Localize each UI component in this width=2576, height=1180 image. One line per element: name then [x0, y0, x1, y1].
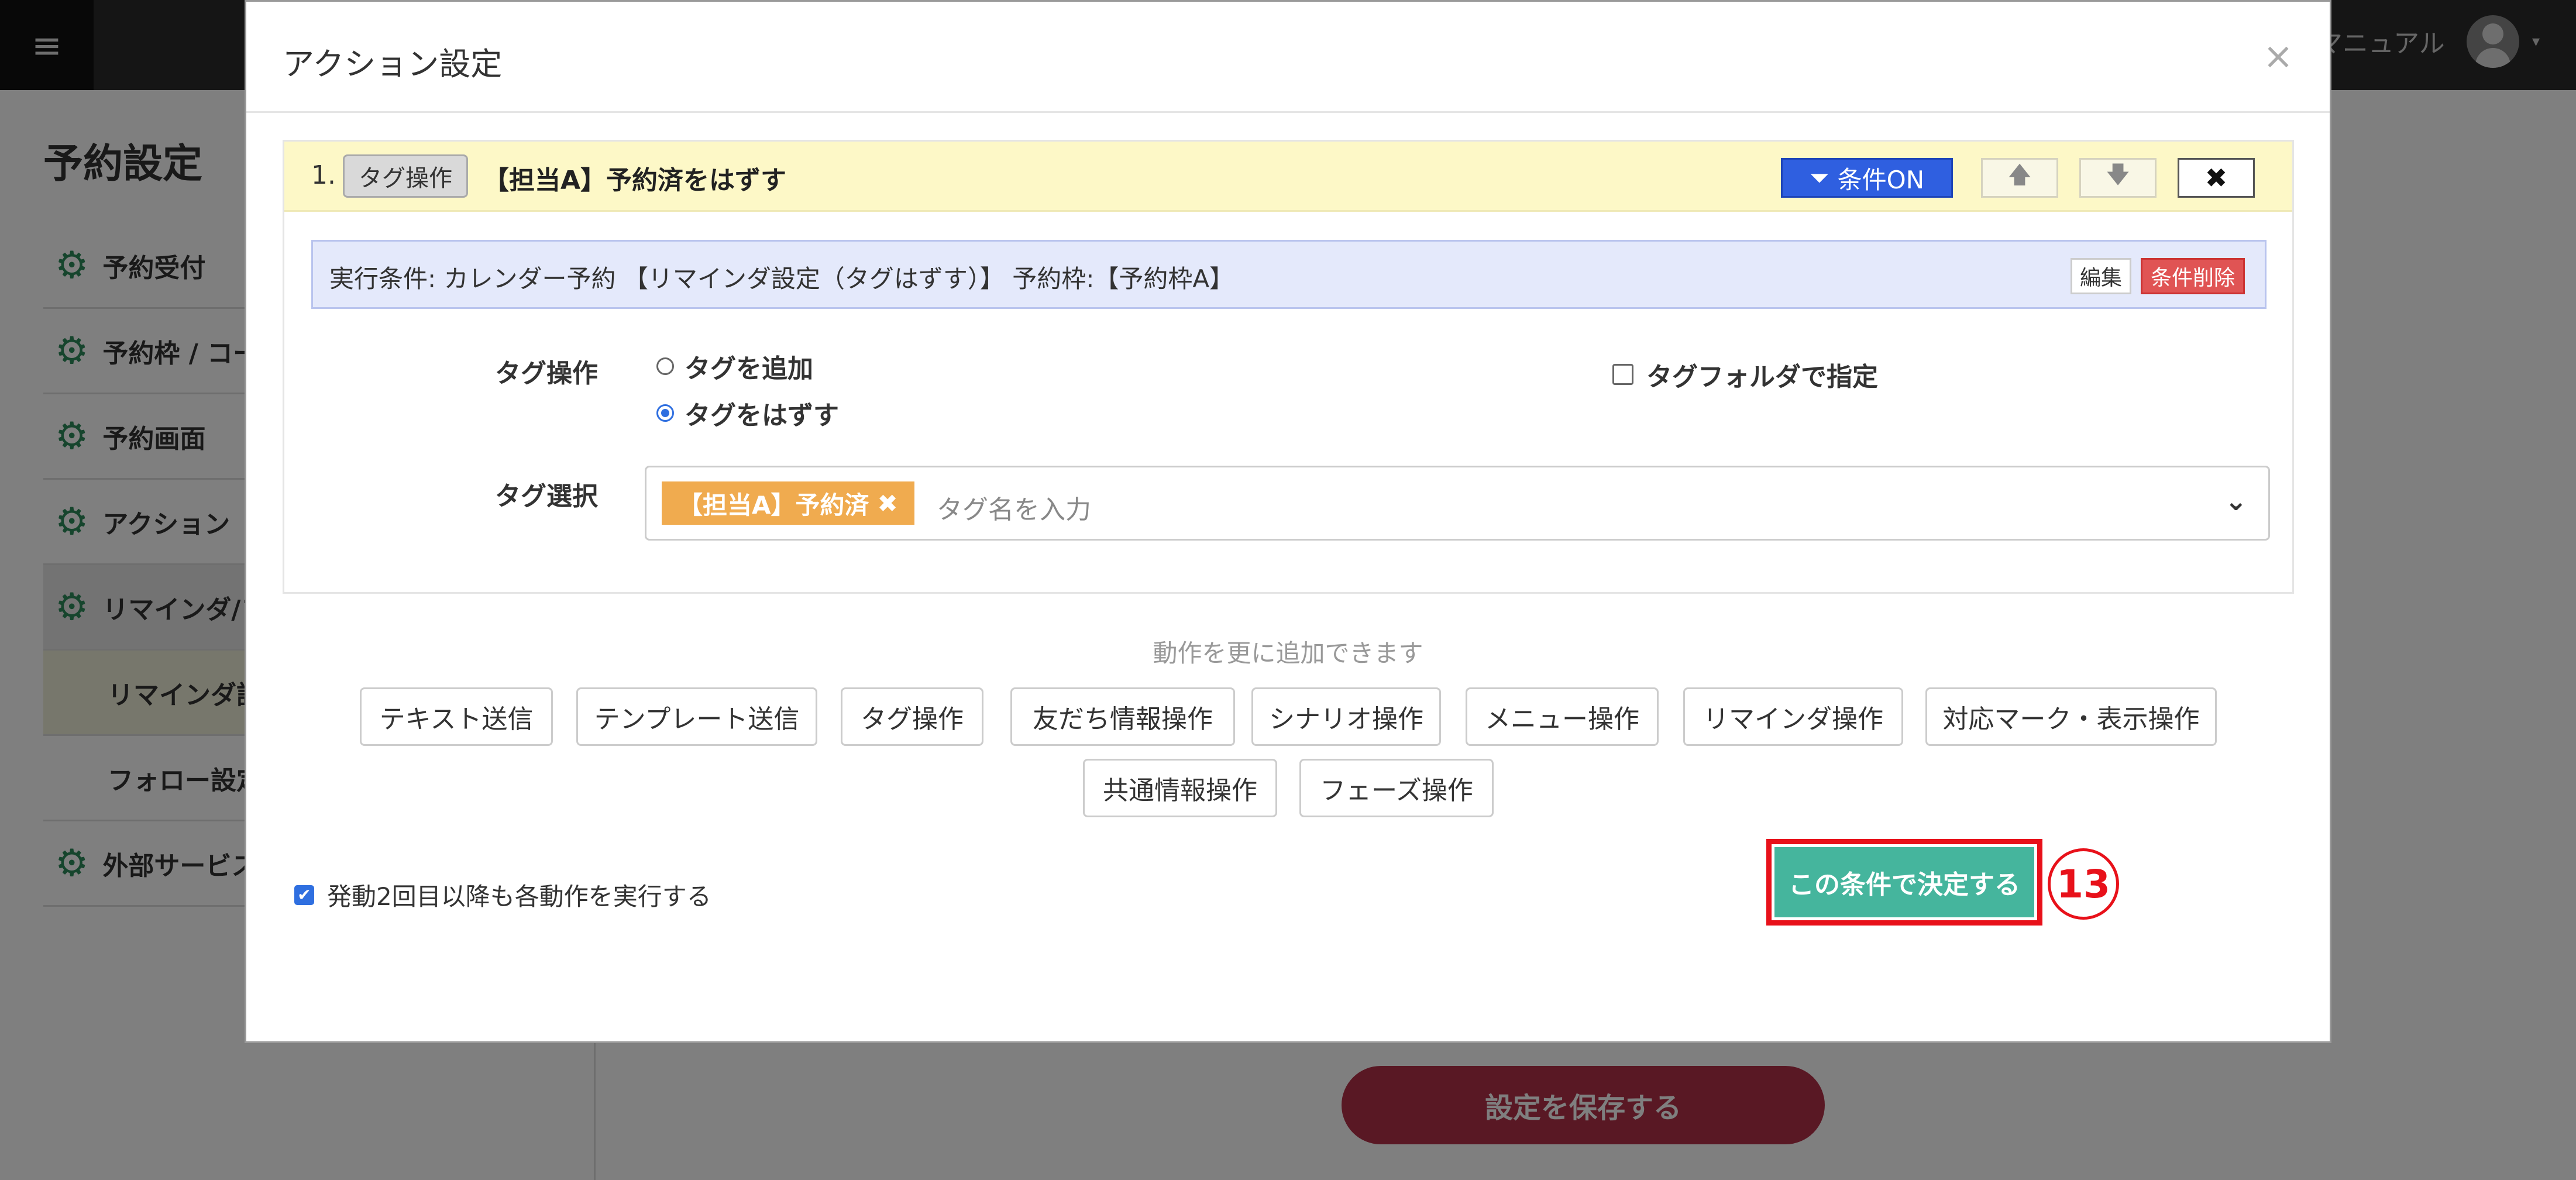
add-shared-info-button[interactable]: 共通情報操作 [1083, 759, 1277, 817]
add-mark-display-button[interactable]: 対応マーク・表示操作 [1925, 687, 2217, 746]
edit-condition-button[interactable]: 編集 [2071, 258, 2131, 294]
arrow-up-icon: 🡅 [2007, 161, 2032, 188]
selected-tag-label: 【担当A】予約済 [678, 490, 869, 520]
checkbox-checked[interactable]: ✔ [294, 885, 314, 905]
add-scenario-button[interactable]: シナリオ操作 [1251, 687, 1441, 746]
highlight-outline [1766, 839, 2042, 926]
radio-button[interactable] [656, 404, 674, 422]
selected-tag: 【担当A】予約済 ✖ [662, 481, 914, 525]
move-down-button[interactable]: 🡇 [2079, 158, 2157, 198]
radio-remove-tag[interactable]: タグをはずす [656, 394, 839, 432]
delete-action-button[interactable]: ✖ [2178, 158, 2255, 198]
tag-folder-checkbox[interactable]: タグフォルダで指定 [1612, 356, 1878, 393]
add-phase-button[interactable]: フェーズ操作 [1299, 759, 1494, 817]
close-icon: ✖ [2204, 162, 2228, 194]
radio-button[interactable] [656, 357, 674, 375]
tag-select-label: タグ選択 [495, 481, 598, 511]
add-tag-operation-button[interactable]: タグ操作 [841, 687, 983, 746]
close-icon[interactable]: × [2263, 35, 2293, 77]
modal-header: アクション設定 × [246, 2, 2330, 113]
action-card: 1. タグ操作 【担当A】予約済をはずす ⏷ 条件ON 🡅 🡇 ✖ 実行条件: カ… [283, 140, 2294, 594]
condition-on-button[interactable]: ⏷ 条件ON [1781, 158, 1953, 198]
checkbox-label: 発動2回目以降も各動作を実行する [327, 882, 711, 911]
move-up-button[interactable]: 🡅 [1981, 158, 2058, 198]
radio-label: タグを追加 [685, 354, 813, 384]
action-label: 【担当A】予約済をはずす [483, 166, 787, 195]
action-type-chip: タグ操作 [343, 154, 468, 198]
tag-operation-label: タグ操作 [495, 359, 598, 388]
add-menu-button[interactable]: メニュー操作 [1466, 687, 1659, 746]
filter-icon: ⏷ [1809, 163, 1829, 192]
add-text-send-button[interactable]: テキスト送信 [360, 687, 553, 746]
add-template-send-button[interactable]: テンプレート送信 [576, 687, 817, 746]
delete-condition-button[interactable]: 条件削除 [2141, 258, 2245, 294]
condition-on-label: 条件ON [1837, 165, 1925, 194]
add-reminder-button[interactable]: リマインダ操作 [1683, 687, 1903, 746]
tag-select-input[interactable]: 【担当A】予約済 ✖ タグ名を入力 ⌄ [645, 466, 2270, 541]
chevron-down-icon[interactable]: ⌄ [2224, 485, 2247, 517]
add-action-hint: 動作を更に追加できます [1153, 639, 1423, 668]
checkbox-label: タグフォルダで指定 [1646, 362, 1878, 392]
repeat-action-checkbox[interactable]: ✔ 発動2回目以降も各動作を実行する [294, 877, 711, 913]
arrow-down-icon: 🡇 [2106, 161, 2130, 188]
action-card-header: 1. タグ操作 【担当A】予約済をはずす ⏷ 条件ON 🡅 🡇 ✖ [284, 142, 2292, 212]
tag-search-placeholder[interactable]: タグ名を入力 [937, 488, 1091, 526]
remove-tag-icon[interactable]: ✖ [878, 489, 898, 518]
modal-title: アクション設定 [283, 46, 503, 82]
radio-label: タグをはずす [685, 401, 839, 431]
checkbox[interactable] [1612, 364, 1633, 385]
action-number: 1. [311, 160, 336, 190]
execution-condition: 実行条件: カレンダー予約 【リマインダ設定（タグはずす）】 予約枠:【予約枠A… [311, 240, 2267, 309]
radio-add-tag[interactable]: タグを追加 [656, 348, 813, 385]
step-number-marker: 13 [2048, 848, 2119, 920]
add-friend-info-button[interactable]: 友だち情報操作 [1010, 687, 1235, 746]
condition-text: 実行条件: カレンダー予約 【リマインダ設定（タグはずす）】 予約枠:【予約枠A… [329, 264, 1234, 293]
